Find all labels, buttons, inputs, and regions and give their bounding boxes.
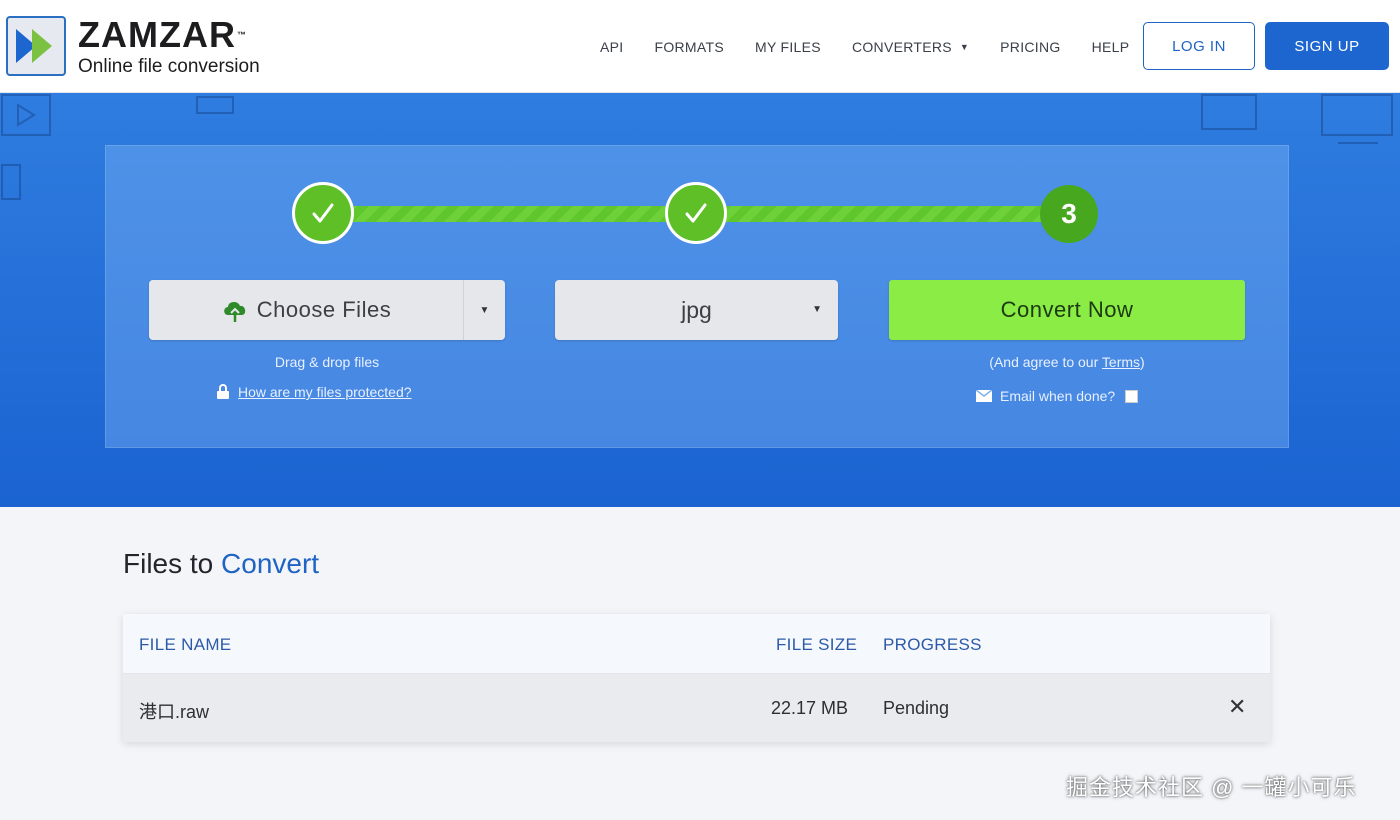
photo-doodle-icon xyxy=(1201,94,1257,130)
agree-terms-text: (And agree to our Terms) xyxy=(889,354,1245,370)
logo-name: ZAMZAR xyxy=(78,14,236,55)
format-select[interactable]: jpg ▼ xyxy=(555,280,838,340)
signup-button[interactable]: SIGN UP xyxy=(1265,22,1389,70)
nav-api[interactable]: API xyxy=(600,39,623,55)
email-when-done-row: Email when done? xyxy=(976,388,1139,404)
step-3-current: 3 xyxy=(1040,185,1098,243)
logo-trademark: ™ xyxy=(236,30,247,40)
envelope-icon xyxy=(976,390,992,402)
image-doodle-icon xyxy=(196,96,234,114)
files-title-part1: Files to xyxy=(123,548,214,579)
converter-panel: 3 Choose Files ▼ jpg ▼ Convert Now Drag … xyxy=(105,145,1289,448)
nav-help[interactable]: HELP xyxy=(1092,39,1130,55)
close-icon[interactable]: ✕ xyxy=(1228,694,1246,720)
choose-files-label: Choose Files xyxy=(256,297,392,322)
chevron-down-icon: ▼ xyxy=(479,304,490,316)
drag-drop-hint: Drag & drop files xyxy=(274,354,380,370)
check-icon xyxy=(312,203,334,223)
files-to-convert-title: Files to Convert xyxy=(123,548,319,580)
nav-converters[interactable]: CONVERTERS ▼ xyxy=(852,39,969,55)
chevron-down-icon: ▼ xyxy=(959,41,970,52)
nav-formats[interactable]: FORMATS xyxy=(654,39,724,55)
choose-files-dropdown[interactable]: ▼ xyxy=(463,280,505,340)
file-doodle-icon xyxy=(1,164,21,200)
file-size-cell: 22.17 MB xyxy=(771,698,849,718)
format-value: jpg xyxy=(681,296,712,323)
nav-converters-label: CONVERTERS xyxy=(851,38,952,55)
check-icon xyxy=(685,203,707,223)
watermark-text: 掘金技术社区 @ 一罐小可乐 xyxy=(1066,775,1357,800)
agree-prefix: (And agree to our xyxy=(989,354,1102,370)
column-file-name: FILE NAME xyxy=(139,635,232,654)
file-name-cell: 港口.raw xyxy=(139,702,210,722)
files-table: FILE NAME FILE SIZE PROGRESS 港口.raw 22.1… xyxy=(123,614,1270,742)
nav-my-files[interactable]: MY FILES xyxy=(755,39,821,55)
lock-icon xyxy=(217,384,229,399)
agree-suffix: ) xyxy=(1140,354,1145,370)
zamzar-logo[interactable]: ZAMZAR™ Online file conversion xyxy=(6,16,260,78)
main-nav: API FORMATS MY FILES CONVERTERS ▼ PRICIN… xyxy=(600,0,1160,93)
convert-now-button[interactable]: Convert Now xyxy=(889,280,1245,340)
play-doodle-icon xyxy=(1,94,51,136)
files-protected-link[interactable]: How are my files protected? xyxy=(238,384,412,400)
terms-link[interactable]: Terms xyxy=(1102,354,1140,370)
email-when-done-checkbox[interactable] xyxy=(1125,389,1139,403)
email-when-done-label: Email when done? xyxy=(1000,388,1116,404)
choose-files-button[interactable]: Choose Files ▼ xyxy=(149,280,505,340)
column-progress: PROGRESS xyxy=(883,635,982,654)
column-file-size: FILE SIZE xyxy=(776,635,858,654)
site-header: ZAMZAR™ Online file conversion API FORMA… xyxy=(0,0,1400,93)
files-protected-row: How are my files protected? xyxy=(216,384,412,400)
monitor-doodle-icon xyxy=(1321,94,1393,144)
files-title-part2: Convert xyxy=(221,548,320,579)
chevron-down-icon: ▼ xyxy=(812,304,822,315)
files-table-header: FILE NAME FILE SIZE PROGRESS xyxy=(123,614,1270,674)
login-button[interactable]: LOG IN xyxy=(1143,22,1255,70)
cloud-upload-icon xyxy=(224,301,245,322)
progress-cell: Pending xyxy=(883,698,950,718)
table-row: 港口.raw 22.17 MB Pending ✕ xyxy=(123,674,1270,742)
logo-tagline: Online file conversion xyxy=(78,56,260,77)
step-2-complete xyxy=(665,182,727,244)
zamzar-logo-icon xyxy=(6,16,66,76)
nav-pricing[interactable]: PRICING xyxy=(1000,39,1060,55)
hero-section: 3 Choose Files ▼ jpg ▼ Convert Now Drag … xyxy=(0,93,1400,507)
step-1-complete xyxy=(292,182,354,244)
